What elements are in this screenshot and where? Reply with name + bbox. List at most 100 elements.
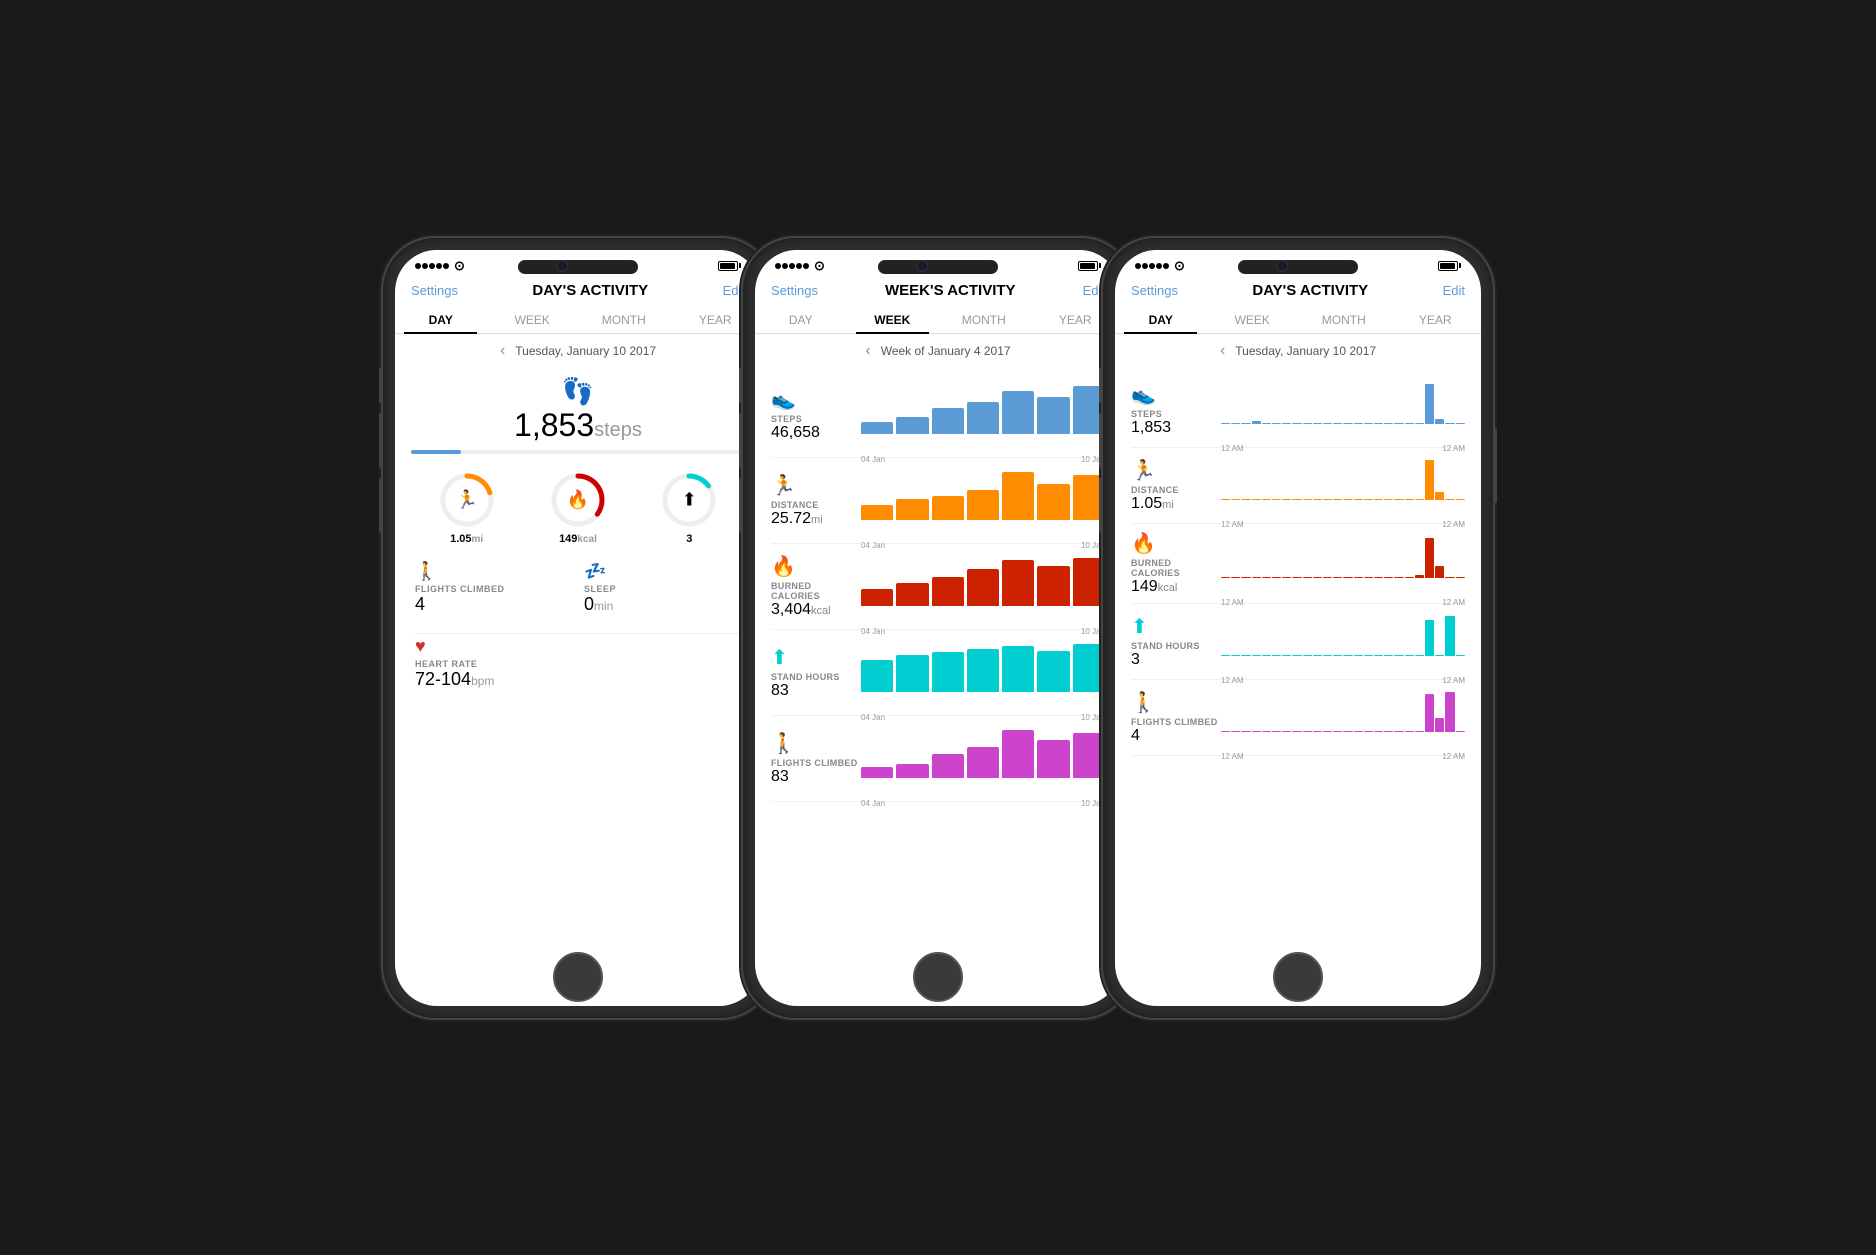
mute-button — [1099, 368, 1103, 403]
day-bar — [1282, 577, 1291, 578]
date-label: Week of January 4 2017 — [881, 344, 1011, 358]
day-item-left: 🚶 FLIGHTS CLIMBED 4 — [1131, 690, 1221, 745]
ring-value: 1.05mi — [450, 533, 483, 545]
day-bar — [1364, 423, 1373, 424]
settings-link[interactable]: Settings — [771, 283, 818, 298]
tab-month[interactable]: MONTH — [1298, 307, 1390, 333]
home-button[interactable] — [1273, 952, 1323, 1002]
day-bar — [1343, 577, 1352, 578]
ring-icon: ⬆ — [682, 489, 697, 510]
week-item-value: 83 — [771, 682, 861, 700]
day-bar — [1425, 620, 1434, 656]
tab-week[interactable]: WEEK — [487, 307, 579, 333]
prev-arrow[interactable]: ‹ — [1220, 342, 1225, 360]
day-item: 🚶 FLIGHTS CLIMBED 4 12 AM12 AM — [1131, 680, 1465, 756]
settings-link[interactable]: Settings — [1131, 283, 1178, 298]
chart-bar — [1037, 566, 1069, 606]
stat-value: 4 — [415, 594, 572, 615]
phone-1: ⊙ 9:41 AM Settings DAY'S ACTIVITY Edit D… — [383, 238, 773, 1018]
day-bar — [1333, 499, 1342, 500]
day-bar — [1262, 655, 1271, 656]
tab-day[interactable]: DAY — [1115, 307, 1207, 333]
prev-arrow[interactable]: ‹ — [865, 342, 870, 360]
nav-bar: Settings WEEK'S ACTIVITY Edit — [755, 278, 1121, 299]
day-item: 🏃 DISTANCE 1.05mi 12 AM12 AM — [1131, 448, 1465, 524]
date-nav: ‹ Tuesday, January 10 2017 — [395, 334, 761, 368]
week-item-icon: 🏃 — [771, 473, 861, 498]
chart-bar — [932, 496, 964, 520]
day-bar — [1456, 423, 1465, 424]
wifi-icon: ⊙ — [1174, 258, 1185, 274]
day-bar — [1425, 384, 1434, 424]
chart-bar — [1037, 740, 1069, 778]
day-bar — [1415, 575, 1424, 577]
tab-month[interactable]: MONTH — [938, 307, 1030, 333]
day-chart-dates: 12 AM12 AM — [1221, 752, 1465, 761]
chart-bar — [1073, 644, 1105, 692]
day-item: ⬆ STAND HOURS 3 12 AM12 AM — [1131, 604, 1465, 680]
ring-item: 🏃 1.05mi — [437, 470, 497, 545]
day-bar — [1221, 655, 1230, 656]
day-bar — [1445, 423, 1454, 424]
edit-link[interactable]: Edit — [723, 283, 745, 298]
tab-week[interactable]: WEEK — [847, 307, 939, 333]
volume-up-button — [1099, 413, 1103, 468]
day-bar — [1282, 499, 1291, 500]
tab-day[interactable]: DAY — [755, 307, 847, 333]
home-button[interactable] — [913, 952, 963, 1002]
week-item: 🔥 BURNED CALORIES 3,404kcal 04 Jan10 Jan — [771, 544, 1105, 630]
content: 👟 STEPS 1,853 12 AM12 AM 🏃 DISTANCE — [1115, 368, 1481, 1006]
week-item-left: 🔥 BURNED CALORIES 3,404kcal — [771, 554, 861, 619]
day-bar — [1221, 499, 1230, 500]
day-bar — [1354, 577, 1363, 578]
phone-screen-1: ⊙ 9:41 AM Settings DAY'S ACTIVITY Edit D… — [395, 250, 761, 1006]
week-item: 👟 STEPS 46,658 04 Jan10 Jan — [771, 372, 1105, 458]
stat-label: SLEEP — [584, 584, 741, 594]
chart-bar — [932, 754, 964, 778]
week-item-label: DISTANCE — [771, 500, 861, 510]
home-button[interactable] — [553, 952, 603, 1002]
day-item-value: 3 — [1131, 651, 1221, 669]
day-item-value: 1,853 — [1131, 419, 1221, 437]
phone-3: ⊙ 9:41 AM Settings DAY'S ACTIVITY Edit D… — [1103, 238, 1493, 1018]
week-item: 🚶 FLIGHTS CLIMBED 83 04 Jan10 Jan — [771, 716, 1105, 802]
tab-week[interactable]: WEEK — [1207, 307, 1299, 333]
settings-link[interactable]: Settings — [411, 283, 458, 298]
screen: ⊙ 9:41 AM Settings WEEK'S ACTIVITY Edit … — [755, 250, 1121, 1006]
day-bar — [1374, 731, 1383, 732]
chart-dates: 04 Jan10 Jan — [861, 455, 1105, 464]
chart-bar — [861, 505, 893, 520]
prev-arrow[interactable]: ‹ — [500, 342, 505, 360]
chart-bar — [1002, 472, 1034, 520]
day-bar — [1364, 731, 1373, 732]
battery-icon — [1438, 261, 1461, 271]
phone-wrapper-2: ⊙ 9:41 AM Settings WEEK'S ACTIVITY Edit … — [758, 238, 1118, 1018]
phone-wrapper-1: ⊙ 9:41 AM Settings DAY'S ACTIVITY Edit D… — [398, 238, 758, 1018]
day-bar — [1405, 577, 1414, 578]
day-bar — [1343, 499, 1352, 500]
tab-month[interactable]: MONTH — [578, 307, 670, 333]
day-bar — [1445, 577, 1454, 578]
ring-item: ⬆ 3 — [659, 470, 719, 545]
day-bar — [1364, 655, 1373, 656]
tab-day[interactable]: DAY — [395, 307, 487, 333]
day-item-value: 1.05mi — [1131, 495, 1221, 513]
tab-year[interactable]: YEAR — [1390, 307, 1482, 333]
chart-dates: 04 Jan10 Jan — [861, 713, 1105, 722]
chart-bar — [932, 652, 964, 692]
signal-dots — [415, 260, 450, 272]
steps-section: 👣 1,853steps — [411, 368, 745, 464]
ring-value: 149kcal — [559, 533, 597, 545]
edit-link[interactable]: Edit — [1443, 283, 1465, 298]
day-bar — [1435, 718, 1444, 731]
page-title: WEEK'S ACTIVITY — [885, 282, 1016, 299]
day-chart — [1221, 687, 1465, 732]
day-chart — [1221, 533, 1465, 578]
date-label: Tuesday, January 10 2017 — [1235, 344, 1376, 358]
status-left: ⊙ — [415, 258, 465, 274]
stat-value: 0min — [584, 594, 741, 615]
steps-icon: 👣 — [411, 376, 745, 407]
day-bar — [1241, 577, 1250, 578]
chart-bar — [1073, 558, 1105, 606]
edit-link[interactable]: Edit — [1083, 283, 1105, 298]
